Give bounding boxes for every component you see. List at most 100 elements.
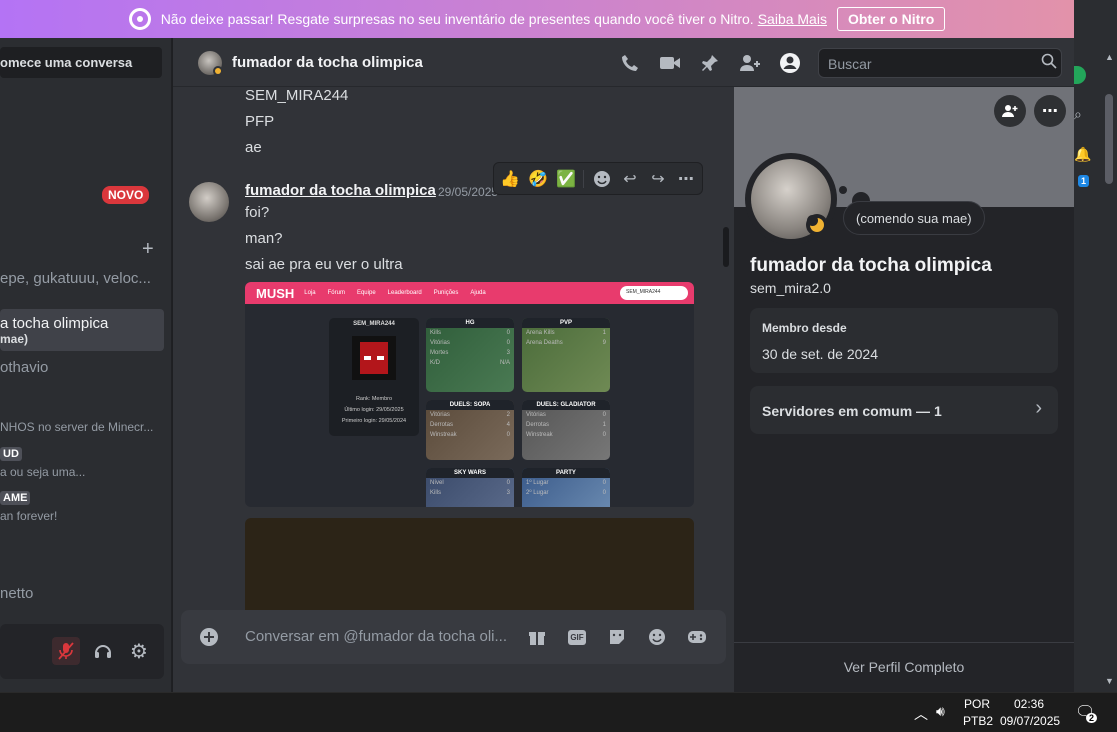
stats-card-title: PARTY	[522, 468, 610, 478]
gear-icon[interactable]: ⚙	[125, 637, 153, 665]
stats-card-duels-gladiator: DUELS: GLADIATOR Vitórias 0 Derrotas 1 Win…	[522, 400, 610, 460]
message-line: foi?	[245, 204, 270, 221]
find-conversation-button[interactable]: omece uma conversa	[0, 47, 162, 78]
stats-card-hg: HG Kills 0 Vitórias 0 Mortes 3 K/D N/A	[426, 318, 514, 392]
message-line: SEM_MIRA244	[245, 87, 349, 104]
mic-muted-icon[interactable]	[52, 637, 80, 665]
clock-date[interactable]: 09/07/2025	[1000, 714, 1060, 728]
stats-card-title: DUELS: SOPA	[426, 400, 514, 410]
player-first-login: Primeiro login: 29/05/2024	[341, 418, 407, 424]
message-input[interactable]: Conversar em @fumador da tocha oli...	[245, 628, 507, 645]
add-friends-icon[interactable]	[738, 51, 762, 75]
player-name: SEM_MIRA244	[353, 321, 395, 327]
video-call-icon[interactable]	[658, 51, 682, 75]
bell-icon[interactable]: 🔔	[1074, 146, 1091, 163]
mutual-servers-button[interactable]: Servidores em comum — 1 ›	[750, 386, 1058, 434]
chevron-right-icon: ›	[1035, 397, 1042, 419]
pin-icon[interactable]	[698, 51, 722, 75]
search-icon	[1041, 53, 1057, 74]
embed-nav-item: Equipe	[356, 290, 376, 296]
forward-icon[interactable]: ↪	[648, 169, 668, 189]
player-card: SEM_MIRA244 Rank: Membro Último login: 2…	[329, 318, 419, 436]
clock-time[interactable]: 02:36	[1014, 697, 1044, 711]
gif-icon[interactable]: GIF	[566, 626, 588, 648]
mush-logo: MUSH	[256, 285, 295, 301]
member-since-box: Membro desde 30 de set. de 2024	[750, 308, 1058, 373]
voice-call-icon[interactable]	[618, 51, 642, 75]
keyboard-layout[interactable]: PTB2	[963, 714, 993, 728]
gift-icon[interactable]	[526, 626, 548, 648]
search-input[interactable]: Buscar	[818, 48, 1062, 78]
avatar[interactable]	[189, 182, 229, 222]
message-timestamp: 29/05/2025	[438, 185, 499, 199]
message-line: ae	[245, 139, 262, 156]
mutual-servers-label: Servidores em comum — 1	[762, 403, 942, 419]
stats-card-party: PARTY 1º Lugar 0 2º Lugar 0	[522, 468, 610, 507]
keyboard-lang[interactable]: POR	[964, 697, 990, 711]
embed-search: SEM_MIRA244	[620, 286, 688, 300]
reaction-rofl[interactable]: 🤣	[528, 169, 548, 189]
scroll-down-icon[interactable]: ▼	[1105, 676, 1114, 686]
search-icon[interactable]: ⌕	[1074, 106, 1082, 123]
image-attachment[interactable]	[245, 518, 694, 610]
profile-display-name: fumador da tocha olimpica	[750, 255, 992, 276]
profile-avatar-icon[interactable]	[1074, 66, 1086, 84]
scrollbar[interactable]	[1105, 94, 1113, 184]
stats-card-title: SKY WARS	[426, 468, 514, 478]
stats-card-duels-sopa: DUELS: SOPA Vitórias 2 Derrotas 4 Winstrea…	[426, 400, 514, 460]
message-composer[interactable]: Conversar em @fumador da tocha oli... GI…	[181, 610, 726, 664]
message-line: sai ae pra eu ver o ultra	[245, 256, 403, 273]
scrollbar[interactable]	[723, 227, 729, 267]
volume-icon[interactable]: 🔊︎	[936, 703, 945, 720]
stats-card-sky-wars: SKY WARS Nível 0 Kills 3	[426, 468, 514, 507]
saiba-mais-link[interactable]: Saiba Mais	[758, 11, 827, 27]
add-dm-button[interactable]: +	[142, 238, 154, 261]
view-full-profile-button[interactable]: Ver Perfil Completo	[734, 642, 1074, 692]
profile-username: sem_mira2.0	[750, 280, 831, 296]
member-since-label: Membro desde	[762, 321, 847, 335]
embed-nav-item: Fórum	[327, 290, 345, 296]
image-attachment[interactable]: MUSH Loja Fórum Equipe Leaderboard Puniç…	[245, 282, 694, 507]
dm-item[interactable]: othavio	[0, 359, 48, 376]
notification-count: 2	[1086, 713, 1098, 723]
player-last-login: Último login: 29/05/2025	[344, 407, 404, 413]
taskbar: ︿ 🔊︎ POR PTB2 02:36 09/07/2025 🗨︎ 2	[0, 692, 1117, 732]
player-rank: Rank: Membro	[355, 396, 393, 402]
headphones-icon[interactable]	[89, 637, 117, 665]
add-reaction-icon[interactable]	[592, 169, 612, 189]
message-line: PFP	[245, 113, 275, 130]
embed-nav-item: Loja	[304, 290, 316, 296]
more-icon[interactable]: ⋯	[676, 169, 696, 189]
message-author[interactable]: fumador da tocha olimpica	[245, 182, 436, 199]
active-dm-status: mae)	[0, 332, 29, 346]
stats-card-title: PVP	[522, 318, 610, 328]
dm-group-item[interactable]: epe, gukatuuu, veloc...	[0, 270, 151, 287]
more-icon[interactable]: ⋯	[1034, 95, 1066, 127]
sticker-icon[interactable]	[606, 626, 628, 648]
embed-nav-item: Ajuda	[470, 290, 486, 296]
server-tag: AME	[0, 491, 31, 505]
reaction-thumbs-up[interactable]: 👍	[500, 169, 520, 189]
emoji-icon[interactable]	[646, 626, 668, 648]
chevron-up-icon[interactable]: ︿	[914, 704, 928, 724]
obter-nitro-button[interactable]: Obter o Nitro	[836, 7, 946, 31]
status-idle-icon	[213, 66, 223, 76]
embed-nav-item: Leaderboard	[387, 290, 422, 296]
status-idle-icon	[806, 214, 828, 236]
nitro-banner: Não deixe passar! Resgate surpresas no s…	[0, 0, 1074, 38]
activities-icon[interactable]	[686, 626, 708, 648]
scroll-up-icon[interactable]: ▲	[1105, 52, 1114, 62]
dm-item[interactable]: netto	[0, 585, 33, 602]
user-profile-icon[interactable]	[778, 51, 802, 75]
nitro-icon	[128, 8, 151, 30]
user-panel: ⚙	[0, 624, 164, 679]
add-attachment-icon[interactable]	[198, 626, 220, 648]
message-actions-bar: 👍 🤣 ✅ ↩ ↪ ⋯	[493, 162, 703, 195]
stats-card-title: DUELS: GLADIATOR	[522, 400, 610, 410]
dm-activity: NHOS no server de Minecr...	[0, 420, 154, 434]
add-friend-icon[interactable]	[994, 95, 1026, 127]
novo-badge: NOVO	[102, 186, 150, 204]
dm-activity: a ou seja uma...	[0, 465, 86, 479]
reply-icon[interactable]: ↩	[620, 169, 640, 189]
reaction-check[interactable]: ✅	[556, 169, 576, 189]
